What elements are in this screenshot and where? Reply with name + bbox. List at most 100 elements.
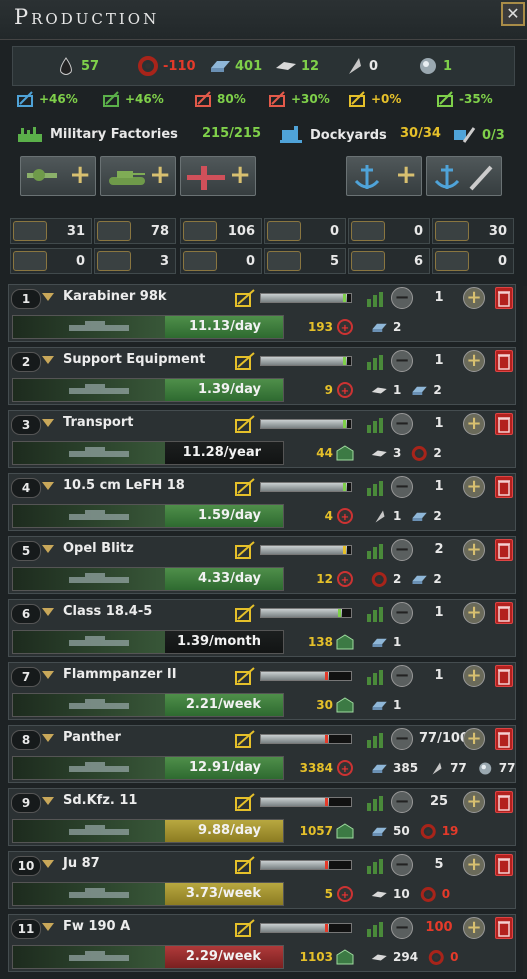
- svg-text:+: +: [341, 890, 349, 901]
- equipment-name[interactable]: Panther: [63, 730, 121, 745]
- equipment-name[interactable]: Flammpanzer II: [63, 667, 177, 682]
- delete-button[interactable]: [495, 287, 513, 309]
- delete-button[interactable]: [495, 728, 513, 750]
- modifier-factory-output: +46%: [102, 90, 164, 108]
- scrollbar[interactable]: [523, 286, 527, 976]
- stat-stockpile[interactable]: 5: [264, 248, 346, 274]
- remove-factory-button[interactable]: −: [391, 791, 413, 813]
- resource-steel[interactable]: 401: [209, 54, 262, 78]
- expand-arrow-icon[interactable]: [42, 545, 54, 553]
- requirement-value: 2: [433, 509, 442, 523]
- expand-arrow-icon[interactable]: [42, 608, 54, 616]
- production-line[interactable]: 7 Flammpanzer II − 1 +2.21/week 30 1: [8, 662, 516, 720]
- remove-factory-button[interactable]: −: [391, 350, 413, 372]
- remove-factory-button[interactable]: −: [391, 476, 413, 498]
- production-line[interactable]: 5 Opel Blitz −2 +4.33/day 12 +2 2: [8, 536, 516, 594]
- resource-oil[interactable]: 57: [55, 54, 99, 78]
- expand-arrow-icon[interactable]: [42, 671, 54, 679]
- production-line[interactable]: 3 Transport −1 +11.28/year 44 3 2: [8, 410, 516, 468]
- equipment-name[interactable]: Fw 190 A: [63, 919, 130, 934]
- remove-factory-button[interactable]: −: [391, 413, 413, 435]
- delete-button[interactable]: [495, 917, 513, 939]
- delete-button[interactable]: [495, 476, 513, 498]
- equipment-name[interactable]: Class 18.4-5: [63, 604, 152, 619]
- expand-arrow-icon[interactable]: [42, 923, 54, 931]
- equipment-name[interactable]: Transport: [63, 415, 133, 430]
- resource-rubber[interactable]: -110: [137, 54, 196, 78]
- stat-upgrade-arrow[interactable]: 0: [432, 248, 514, 274]
- add-factory-button[interactable]: +: [463, 413, 485, 435]
- resource-chromium[interactable]: 1: [417, 54, 452, 78]
- delete-button[interactable]: [495, 665, 513, 687]
- add-factory-button[interactable]: +: [463, 539, 485, 561]
- equipment-name[interactable]: Ju 87: [63, 856, 100, 871]
- stat-value: 31: [66, 223, 85, 239]
- add-factory-button[interactable]: +: [463, 476, 485, 498]
- equipment-name[interactable]: Karabiner 98k: [63, 289, 167, 304]
- add-factory-button[interactable]: +: [463, 287, 485, 309]
- add-naval-production-button[interactable]: +: [346, 156, 422, 196]
- stat-aircraft[interactable]: 106: [180, 218, 262, 244]
- delete-button[interactable]: [495, 602, 513, 624]
- production-line[interactable]: 8 Panther −77/100 +12.91/day 3384 +385 77 77: [8, 725, 516, 783]
- delete-button[interactable]: [495, 539, 513, 561]
- stat-refit[interactable]: 3: [94, 248, 176, 274]
- factory-count: 1: [434, 668, 444, 683]
- production-line[interactable]: 11 Fw 190 A −100 +2.29/week 1103 294 0: [8, 914, 516, 972]
- expand-arrow-icon[interactable]: [42, 293, 54, 301]
- production-line[interactable]: 10 Ju 87−5 +3.73/week 5 +10 0: [8, 851, 516, 909]
- deficit-icon: +: [336, 508, 354, 524]
- production-rate: 3.73/week: [185, 886, 261, 901]
- remove-factory-button[interactable]: −: [391, 854, 413, 876]
- add-armor-production-button[interactable]: +: [100, 156, 176, 196]
- remove-factory-button[interactable]: −: [391, 728, 413, 750]
- production-line[interactable]: 9 Sd.Kfz. 11 − 25 +9.88/day 1057 50 19: [8, 788, 516, 846]
- production-line[interactable]: 6 Class 18.4-5 − 1 +1.39/month 138 1: [8, 599, 516, 657]
- stat-priority-arrow[interactable]: 0: [180, 248, 262, 274]
- remove-factory-button[interactable]: −: [391, 539, 413, 561]
- stat-deficit[interactable]: 6: [348, 248, 430, 274]
- delete-button[interactable]: [495, 791, 513, 813]
- resource-tungsten[interactable]: 0: [343, 54, 378, 78]
- remove-factory-button[interactable]: −: [391, 665, 413, 687]
- add-factory-button[interactable]: +: [463, 854, 485, 876]
- stat-naval-anchor[interactable]: 0: [348, 218, 430, 244]
- close-button[interactable]: ✕: [501, 2, 525, 26]
- remove-factory-button[interactable]: −: [391, 917, 413, 939]
- add-factory-button[interactable]: +: [463, 791, 485, 813]
- naval-refit-button[interactable]: [426, 156, 502, 196]
- equipment-name[interactable]: Sd.Kfz. 11: [63, 793, 137, 808]
- expand-arrow-icon[interactable]: [42, 482, 54, 490]
- factory-icon: [367, 292, 383, 307]
- stat-armor[interactable]: 78: [94, 218, 176, 244]
- delete-button[interactable]: [495, 854, 513, 876]
- add-factory-button[interactable]: +: [463, 350, 485, 372]
- resource-aluminium[interactable]: 12: [275, 54, 319, 78]
- equipment-name[interactable]: 10.5 cm LeFH 18: [63, 478, 185, 493]
- add-factory-button[interactable]: +: [463, 602, 485, 624]
- stat-submarine[interactable]: 0: [264, 218, 346, 244]
- production-line[interactable]: 4 10.5 cm LeFH 18−1 +1.59/day 4 +1 2: [8, 473, 516, 531]
- expand-arrow-icon[interactable]: [42, 860, 54, 868]
- production-line[interactable]: 2 Support Equipment −1 +1.39/day 9 +1 2: [8, 347, 516, 405]
- stat-capital-ship[interactable]: 30: [432, 218, 514, 244]
- add-factory-button[interactable]: +: [463, 665, 485, 687]
- expand-arrow-icon[interactable]: [42, 356, 54, 364]
- add-infantry-production-button[interactable]: +: [20, 156, 96, 196]
- delete-button[interactable]: [495, 350, 513, 372]
- remove-factory-button[interactable]: −: [391, 287, 413, 309]
- expand-arrow-icon[interactable]: [42, 734, 54, 742]
- production-line[interactable]: 1 Karabiner 98k − 1 +11.13/day 193 +2: [8, 284, 516, 342]
- equipment-name[interactable]: Support Equipment: [63, 352, 205, 367]
- add-factory-button[interactable]: +: [463, 728, 485, 750]
- add-factory-button[interactable]: +: [463, 917, 485, 939]
- equipment-silhouette-icon: [69, 762, 129, 772]
- remove-factory-button[interactable]: −: [391, 602, 413, 624]
- delete-button[interactable]: [495, 413, 513, 435]
- equipment-name[interactable]: Opel Blitz: [63, 541, 134, 556]
- stat-upgrade-arrow[interactable]: 0: [10, 248, 92, 274]
- expand-arrow-icon[interactable]: [42, 419, 54, 427]
- add-aircraft-production-button[interactable]: +: [180, 156, 256, 196]
- stat-infantry-equipment[interactable]: 31: [10, 218, 92, 244]
- expand-arrow-icon[interactable]: [42, 797, 54, 805]
